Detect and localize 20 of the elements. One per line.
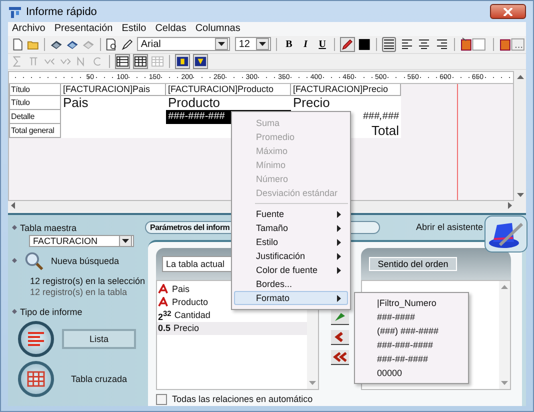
row-label: Título bbox=[9, 96, 61, 110]
table-cell: [FACTURACION]Pais bbox=[61, 84, 166, 96]
table-cell: Precio bbox=[291, 96, 401, 110]
number-type-label: 0.5 bbox=[158, 323, 171, 334]
table-cell: Producto bbox=[166, 96, 291, 110]
row-label: Total general bbox=[9, 124, 61, 138]
table-cell: [FACTURACION]Producto bbox=[166, 84, 291, 96]
number-type-label: 2$^{32}$ bbox=[158, 308, 172, 322]
table-cell: [FACTURACION]Precio bbox=[291, 84, 401, 96]
row-label: Detalle bbox=[9, 110, 61, 124]
section-label: Tabla maestra bbox=[20, 222, 77, 233]
window-title: Informe rápido bbox=[26, 6, 98, 18]
table-cell: Pais bbox=[61, 96, 166, 110]
record-count: 12 registro(s) en la tabla bbox=[30, 286, 128, 297]
record-count: 12 registro(s) en la selección bbox=[30, 276, 146, 286]
report-type-label: Tabla cruzada bbox=[70, 372, 128, 386]
checkbox-label: Todas las relaciones en automático bbox=[172, 394, 313, 404]
section-label: Tipo de informe bbox=[20, 306, 82, 317]
row-label: Título bbox=[9, 84, 61, 96]
report-type-label: Lista bbox=[62, 328, 136, 349]
